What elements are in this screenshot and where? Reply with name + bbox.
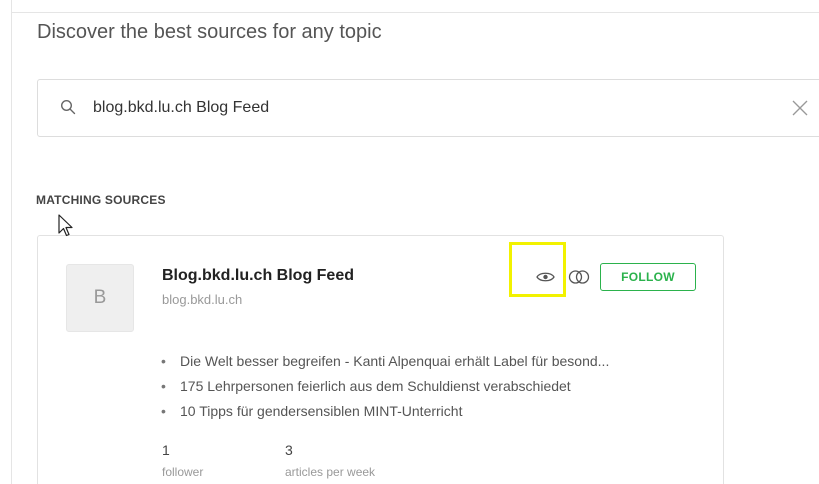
article-item[interactable]: • Die Welt besser begreifen - Kanti Alpe… xyxy=(159,349,609,374)
eye-icon[interactable] xyxy=(536,270,555,284)
articles-per-week-label: articles per week xyxy=(285,465,376,479)
article-title[interactable]: 175 Lehrpersonen feierlich aus dem Schul… xyxy=(180,378,571,394)
article-title[interactable]: 10 Tipps für gendersensiblen MINT-Unterr… xyxy=(180,403,462,419)
source-card[interactable]: B Blog.bkd.lu.ch Blog Feed blog.bkd.lu.c… xyxy=(37,235,724,484)
search-icon xyxy=(60,99,76,115)
discover-page: Discover the best sources for any topic … xyxy=(0,0,819,484)
search-box[interactable] xyxy=(37,79,819,137)
source-avatar: B xyxy=(66,264,134,332)
mouse-cursor-icon xyxy=(58,214,73,237)
bullet-icon: • xyxy=(161,378,166,394)
matching-sources-heading: MATCHING SOURCES xyxy=(36,193,166,207)
articles-per-week-count: 3 xyxy=(285,442,293,458)
panel-top-border xyxy=(11,12,819,13)
recent-articles-list: • Die Welt besser begreifen - Kanti Alpe… xyxy=(159,349,609,424)
article-item[interactable]: • 175 Lehrpersonen feierlich aus dem Sch… xyxy=(159,374,609,399)
follow-button[interactable]: FOLLOW xyxy=(600,263,696,291)
followers-label: follower xyxy=(162,465,204,479)
bullet-icon: • xyxy=(161,353,166,369)
page-title: Discover the best sources for any topic xyxy=(37,21,382,43)
source-url: blog.bkd.lu.ch xyxy=(162,292,243,307)
article-item[interactable]: • 10 Tipps für gendersensiblen MINT-Unte… xyxy=(159,399,609,424)
article-title[interactable]: Die Welt besser begreifen - Kanti Alpenq… xyxy=(180,353,609,369)
source-title[interactable]: Blog.bkd.lu.ch Blog Feed xyxy=(162,267,354,285)
panel-left-border xyxy=(11,0,12,484)
close-icon[interactable] xyxy=(791,99,809,117)
bullet-icon: • xyxy=(161,403,166,419)
search-input[interactable] xyxy=(93,95,693,121)
compare-icon[interactable] xyxy=(568,269,590,285)
followers-count: 1 xyxy=(162,442,170,458)
